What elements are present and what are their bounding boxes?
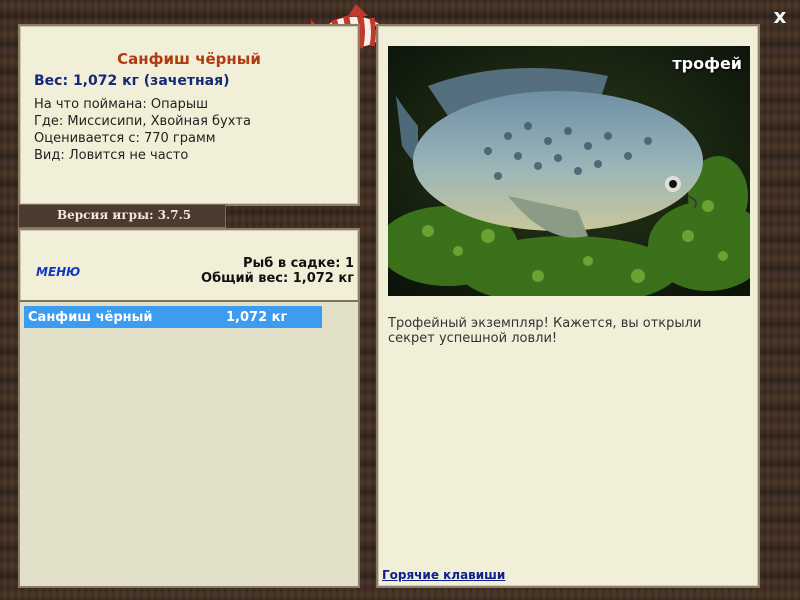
fish-photo: трофей [388, 46, 750, 296]
bait-info: На что поймана: Опарыш [34, 97, 208, 112]
close-icon[interactable]: x [770, 6, 790, 26]
list-item-weight: 1,072 кг [226, 310, 288, 325]
total-weight: Общий вес: 1,072 кг [201, 271, 354, 286]
fish-weight: Вес: 1,072 кг (зачетная) [34, 73, 230, 89]
version-bar: Версия игры: 3.7.5 [18, 204, 226, 228]
rated-from-info: Оценивается с: 770 грамм [34, 131, 216, 146]
trophy-badge: трофей [672, 54, 742, 73]
sunfish-image [388, 46, 750, 296]
catch-description: Трофейный экземпляр! Кажется, вы открыли… [388, 316, 702, 346]
hotkeys-link[interactable]: Горячие клавиши [382, 568, 505, 582]
cage-list[interactable]: Санфиш чёрный 1,072 кг [20, 300, 358, 586]
list-item-name: Санфиш чёрный [28, 310, 153, 325]
menu-button[interactable]: МЕНЮ [36, 265, 80, 279]
cage-panel: МЕНЮ Рыб в садке: 1 Общий вес: 1,072 кг … [18, 228, 360, 588]
list-item[interactable]: Санфиш чёрный 1,072 кг [24, 306, 322, 328]
fish-photo-panel: трофей Трофейный экземпляр! Кажется, вы … [376, 24, 760, 588]
cage-stats: Рыб в садке: 1 Общий вес: 1,072 кг [201, 256, 354, 286]
version-label: Версия игры: 3.7.5 [57, 208, 192, 222]
fish-count: Рыб в садке: 1 [242, 256, 354, 271]
fish-name: Санфиш чёрный [117, 50, 261, 68]
location-info: Где: Миссисипи, Хвойная бухта [34, 114, 251, 129]
fish-info-panel: Санфиш чёрный Вес: 1,072 кг (зачетная) Н… [18, 24, 360, 206]
kind-info: Вид: Ловится не часто [34, 148, 189, 163]
